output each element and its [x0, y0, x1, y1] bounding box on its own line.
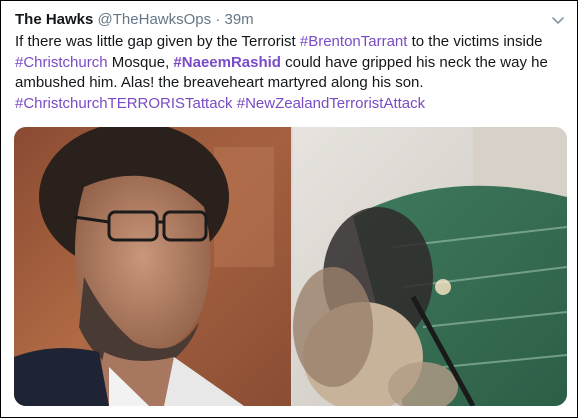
tweet-text-segment: Mosque,: [107, 53, 174, 71]
media-photo-scene[interactable]: [293, 127, 567, 406]
hashtag-christchurchterroristattack[interactable]: #ChristchurchTERRORISTattack: [15, 95, 233, 112]
tweet-text: If there was little gap given by the Ter…: [15, 32, 565, 114]
tweet-text-segment: to the victims inside: [407, 33, 543, 50]
hashtag-naeemrashid[interactable]: #NaeemRashid: [173, 54, 281, 71]
tweet-media: [14, 127, 567, 406]
author-name[interactable]: The Hawks: [15, 11, 93, 28]
tweet-text-segment: If there was little gap given by the Ter…: [15, 33, 300, 50]
hashtag-newzealandterroristattack[interactable]: #NewZealandTerroristAttack: [237, 95, 425, 112]
author-handle[interactable]: @TheHawksOps: [98, 11, 212, 28]
tweet-header: The Hawks @TheHawksOps · 39m: [15, 10, 547, 30]
tweet-timestamp[interactable]: 39m: [224, 11, 253, 28]
separator-dot: ·: [215, 11, 221, 28]
media-photo-portrait[interactable]: [14, 127, 291, 406]
chevron-down-icon[interactable]: [551, 13, 565, 24]
hashtag-brentontarrant[interactable]: #BrentonTarrant: [300, 33, 408, 50]
hashtag-christchurch[interactable]: #Christchurch: [15, 54, 108, 71]
tweet-card: The Hawks @TheHawksOps · 39m If there wa…: [0, 0, 578, 418]
